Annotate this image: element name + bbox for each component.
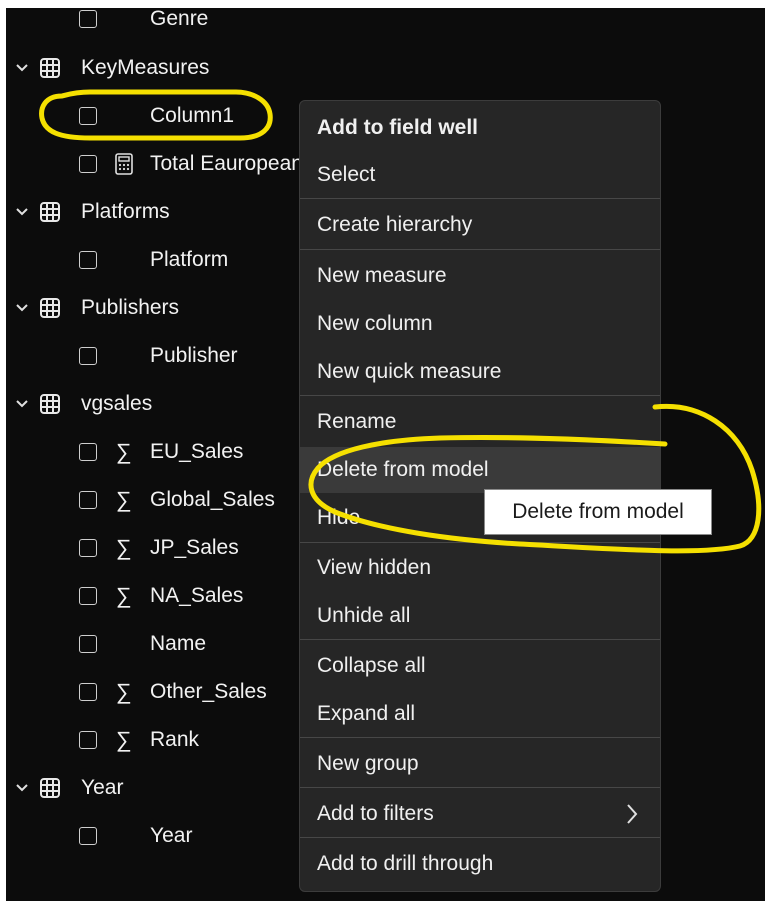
calculator-icon bbox=[114, 153, 134, 181]
menu-item-label: Add to filters bbox=[317, 802, 434, 825]
field-row-genre[interactable]: Genre bbox=[6, 8, 306, 39]
menu-separator bbox=[300, 198, 660, 199]
field-checkbox[interactable] bbox=[79, 491, 97, 509]
field-label: Platform bbox=[150, 248, 229, 271]
table-label: Year bbox=[81, 776, 124, 799]
field-label: Genre bbox=[150, 8, 209, 30]
table-icon bbox=[39, 297, 61, 325]
menu-item-delete-from-model[interactable]: Delete from model bbox=[300, 447, 660, 493]
field-checkbox[interactable] bbox=[79, 107, 97, 125]
field-checkbox[interactable] bbox=[79, 683, 97, 701]
table-label: KeyMeasures bbox=[81, 56, 210, 79]
field-row-global-sales[interactable]: ∑ Global_Sales bbox=[6, 480, 306, 520]
table-label: Platforms bbox=[81, 200, 170, 223]
menu-item-add-to-field-well[interactable]: Add to field well bbox=[300, 105, 660, 151]
chevron-down-icon[interactable] bbox=[12, 394, 32, 414]
menu-item-view-hidden[interactable]: View hidden bbox=[300, 545, 660, 591]
menu-item-add-to-drill-through[interactable]: Add to drill through bbox=[300, 841, 660, 887]
table-row-vgsales[interactable]: vgsales bbox=[6, 384, 306, 424]
field-row-platform[interactable]: Platform bbox=[6, 240, 306, 280]
field-checkbox[interactable] bbox=[79, 587, 97, 605]
menu-item-new-measure[interactable]: New measure bbox=[300, 253, 660, 299]
field-label: Column1 bbox=[150, 104, 235, 127]
field-label: Global_Sales bbox=[150, 488, 275, 511]
chevron-down-icon[interactable] bbox=[12, 298, 32, 318]
field-row-publisher[interactable]: Publisher bbox=[6, 336, 306, 376]
menu-item-unhide-all[interactable]: Unhide all bbox=[300, 593, 660, 639]
field-label: Total Eauropean Sales bbox=[150, 152, 300, 175]
table-row-year[interactable]: Year bbox=[6, 768, 306, 808]
measure-row-total-european-sales[interactable]: Total Eauropean Sales bbox=[6, 144, 300, 184]
field-label: Publisher bbox=[150, 344, 238, 367]
table-row-publishers[interactable]: Publishers bbox=[6, 288, 306, 328]
field-checkbox[interactable] bbox=[79, 731, 97, 749]
tooltip: Delete from model bbox=[484, 489, 712, 535]
table-row-keymeasures[interactable]: KeyMeasures bbox=[6, 48, 306, 88]
menu-separator bbox=[300, 787, 660, 788]
sigma-icon: ∑ bbox=[116, 679, 132, 704]
menu-item-rename[interactable]: Rename bbox=[300, 399, 660, 445]
sigma-icon: ∑ bbox=[116, 727, 132, 752]
chevron-down-icon[interactable] bbox=[12, 778, 32, 798]
menu-separator bbox=[300, 395, 660, 396]
field-row-other-sales[interactable]: ∑ Other_Sales bbox=[6, 672, 306, 712]
menu-separator bbox=[300, 639, 660, 640]
field-checkbox[interactable] bbox=[79, 635, 97, 653]
field-checkbox[interactable] bbox=[79, 155, 97, 173]
field-row-rank[interactable]: ∑ Rank bbox=[6, 720, 306, 760]
field-checkbox[interactable] bbox=[79, 10, 97, 28]
table-row-platforms[interactable]: Platforms bbox=[6, 192, 306, 232]
field-row-eu-sales[interactable]: ∑ EU_Sales bbox=[6, 432, 306, 472]
field-label: Rank bbox=[150, 728, 200, 751]
table-icon bbox=[39, 57, 61, 85]
menu-item-select[interactable]: Select bbox=[300, 152, 660, 198]
table-label: Publishers bbox=[81, 296, 180, 319]
field-label: Other_Sales bbox=[150, 680, 267, 703]
field-row-year[interactable]: Year bbox=[6, 816, 306, 856]
field-label: NA_Sales bbox=[150, 584, 244, 607]
table-icon bbox=[39, 393, 61, 421]
field-checkbox[interactable] bbox=[79, 443, 97, 461]
field-label: EU_Sales bbox=[150, 440, 244, 463]
field-row-na-sales[interactable]: ∑ NA_Sales bbox=[6, 576, 306, 616]
table-label: vgsales bbox=[81, 392, 153, 415]
field-checkbox[interactable] bbox=[79, 539, 97, 557]
menu-item-new-column[interactable]: New column bbox=[300, 301, 660, 347]
field-checkbox[interactable] bbox=[79, 251, 97, 269]
menu-separator bbox=[300, 249, 660, 250]
field-label: JP_Sales bbox=[150, 536, 239, 559]
sigma-icon: ∑ bbox=[116, 487, 132, 512]
menu-item-collapse-all[interactable]: Collapse all bbox=[300, 643, 660, 689]
field-checkbox[interactable] bbox=[79, 827, 97, 845]
table-icon bbox=[39, 777, 61, 805]
table-icon bbox=[39, 201, 61, 229]
chevron-down-icon[interactable] bbox=[12, 58, 32, 78]
field-row-jp-sales[interactable]: ∑ JP_Sales bbox=[6, 528, 306, 568]
menu-separator bbox=[300, 542, 660, 543]
menu-item-add-to-filters[interactable]: Add to filters bbox=[300, 791, 660, 837]
field-row-name[interactable]: Name bbox=[6, 624, 306, 664]
menu-separator bbox=[300, 737, 660, 738]
sigma-icon: ∑ bbox=[116, 583, 132, 608]
menu-item-new-quick-measure[interactable]: New quick measure bbox=[300, 349, 660, 395]
field-checkbox[interactable] bbox=[79, 347, 97, 365]
menu-separator bbox=[300, 837, 660, 838]
sigma-icon: ∑ bbox=[116, 535, 132, 560]
chevron-right-icon bbox=[626, 803, 638, 831]
menu-item-create-hierarchy[interactable]: Create hierarchy bbox=[300, 202, 660, 248]
chevron-down-icon[interactable] bbox=[12, 202, 32, 222]
field-row-column1[interactable]: Column1 bbox=[6, 96, 306, 136]
sigma-icon: ∑ bbox=[116, 439, 132, 464]
field-label: Name bbox=[150, 632, 207, 655]
menu-item-new-group[interactable]: New group bbox=[300, 741, 660, 787]
field-label: Year bbox=[150, 824, 193, 847]
menu-item-expand-all[interactable]: Expand all bbox=[300, 691, 660, 737]
